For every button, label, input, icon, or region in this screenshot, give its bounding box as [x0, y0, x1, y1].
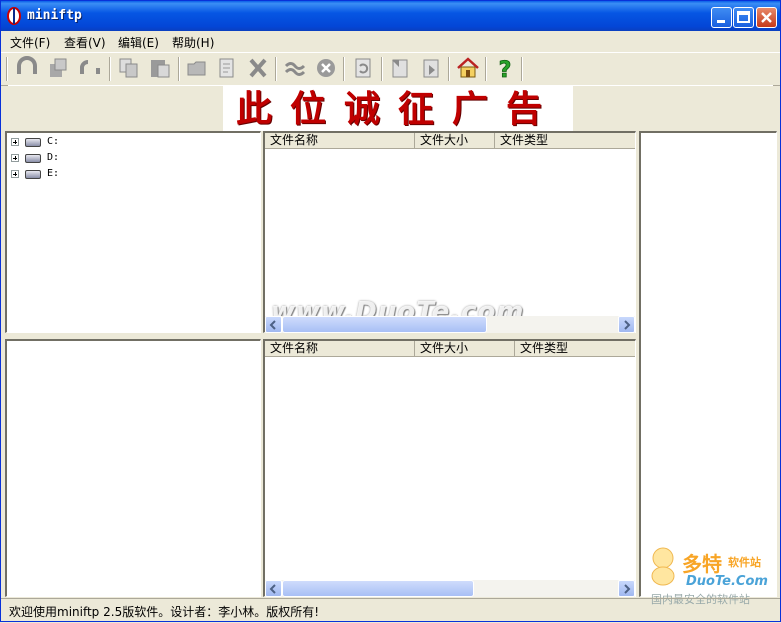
menu-view[interactable]: 查看(V) — [64, 34, 106, 51]
upload-icon[interactable] — [388, 56, 412, 80]
toolbar-separator — [381, 57, 383, 81]
home-icon[interactable] — [456, 56, 480, 80]
column-filetype[interactable]: 文件类型 — [495, 133, 635, 148]
ad-banner-text: 此位诚征广告 — [235, 88, 560, 130]
paste-icon[interactable] — [148, 56, 172, 80]
maximize-icon — [737, 11, 750, 23]
minimize-icon — [717, 20, 725, 23]
menu-file[interactable]: 文件(F) — [10, 34, 50, 51]
logo-url: DuoTe.Com — [686, 574, 768, 589]
expand-icon[interactable] — [11, 170, 19, 178]
toolbar-separator — [275, 57, 277, 81]
svg-text:?: ? — [499, 58, 512, 80]
app-logo-icon — [7, 7, 21, 25]
toolbar-separator — [6, 57, 8, 81]
scroll-left-icon[interactable] — [265, 580, 282, 597]
expand-icon[interactable] — [11, 138, 19, 146]
column-filesize[interactable]: 文件大小 — [415, 133, 495, 148]
toolbar-separator — [485, 57, 487, 81]
local-list-header: 文件名称 文件大小 文件类型 — [265, 341, 635, 357]
toolbar-separator — [448, 57, 450, 81]
ad-banner[interactable]: 此位诚征广告 — [223, 85, 573, 131]
help-icon[interactable]: ? — [493, 56, 517, 84]
status-bar: 欢迎使用miniftp 2.5版软件。设计者：李小林。版权所有! — [1, 598, 780, 623]
local-file-list[interactable]: 文件名称 文件大小 文件类型 — [263, 339, 636, 597]
drive-label: E: — [47, 168, 60, 179]
remote-file-list[interactable]: 文件名称 文件大小 文件类型 www.DuoTe.com — [263, 131, 636, 333]
drive-icon — [25, 154, 41, 163]
connect-icon[interactable] — [15, 56, 39, 80]
logo-subtitle: 软件站 — [728, 556, 761, 569]
local-horizontal-scrollbar[interactable] — [265, 580, 635, 597]
column-filesize[interactable]: 文件大小 — [415, 341, 515, 356]
logo-title: 多特 — [682, 552, 722, 576]
menu-help[interactable]: 帮助(H) — [172, 34, 214, 51]
toolbar-separator — [343, 57, 345, 81]
local-folder-tree[interactable]: C: D: E: — [5, 131, 261, 333]
new-folder-icon[interactable] — [185, 56, 209, 80]
stop-icon[interactable] — [314, 56, 338, 80]
toolbar-separator — [109, 57, 111, 81]
scroll-left-icon[interactable] — [265, 316, 282, 333]
scroll-thumb[interactable] — [282, 580, 474, 597]
column-filetype[interactable]: 文件类型 — [515, 341, 635, 356]
toolbar-separator — [178, 57, 180, 81]
drive-icon — [25, 170, 41, 179]
copy-icon[interactable] — [117, 56, 141, 80]
drive-label: D: — [47, 152, 60, 163]
title-bar[interactable]: miniftp — [1, 1, 780, 31]
app-window: miniftp 文件(F) 查看(V) 编辑(E) 帮助(H) ? 此位诚征广告… — [0, 0, 781, 622]
connect-properties-icon[interactable] — [46, 56, 70, 80]
close-button[interactable] — [756, 7, 777, 28]
drive-icon — [25, 138, 41, 147]
remote-list-header: 文件名称 文件大小 文件类型 — [265, 133, 635, 149]
toolbar: ? — [1, 52, 780, 86]
close-icon — [761, 12, 772, 23]
menu-edit[interactable]: 编辑(E) — [118, 34, 159, 51]
scroll-right-icon[interactable] — [618, 316, 635, 333]
column-filename[interactable]: 文件名称 — [265, 341, 415, 356]
remote-horizontal-scrollbar[interactable] — [265, 316, 635, 333]
scroll-thumb[interactable] — [282, 316, 487, 333]
expand-icon[interactable] — [11, 154, 19, 162]
refresh-icon[interactable] — [351, 56, 375, 80]
maximize-button[interactable] — [733, 7, 754, 28]
minimize-button[interactable] — [711, 7, 732, 28]
drive-label: C: — [47, 136, 60, 147]
mascot-icon — [651, 547, 675, 586]
log-panel[interactable] — [639, 131, 777, 597]
disconnect-icon[interactable] — [78, 56, 102, 80]
window-title: miniftp — [27, 8, 82, 23]
scroll-right-icon[interactable] — [618, 580, 635, 597]
toolbar-separator — [521, 57, 523, 81]
column-filename[interactable]: 文件名称 — [265, 133, 415, 148]
delete-icon[interactable] — [246, 56, 270, 80]
remote-folder-tree[interactable] — [5, 339, 261, 597]
transfer-icon[interactable] — [283, 56, 307, 80]
download-icon[interactable] — [419, 56, 443, 80]
menu-bar: 文件(F) 查看(V) 编辑(E) 帮助(H) — [1, 31, 780, 51]
rename-icon[interactable] — [215, 56, 239, 80]
status-text: 欢迎使用miniftp 2.5版软件。设计者：李小林。版权所有! — [9, 605, 320, 619]
